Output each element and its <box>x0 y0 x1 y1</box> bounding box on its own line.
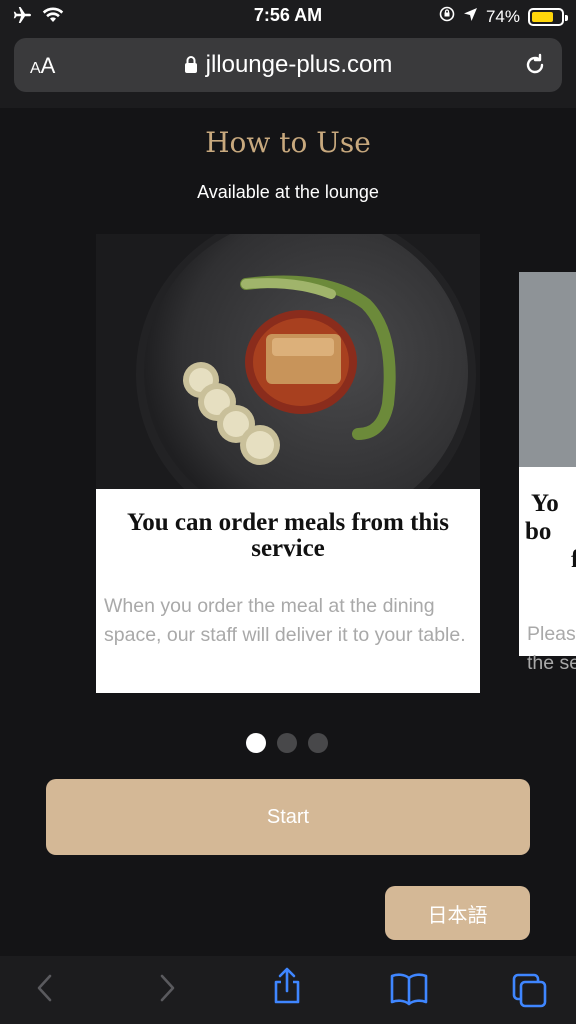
plated-dish-photo <box>96 234 480 489</box>
status-bar: 7:56 AM 74% <box>0 0 576 34</box>
next-card-title: Yo bo f <box>525 490 576 573</box>
page-dot-2[interactable] <box>277 733 297 753</box>
carousel-pagination <box>246 733 328 753</box>
reload-icon[interactable] <box>522 52 548 82</box>
address-bar[interactable]: AA jllounge-plus.com <box>14 38 562 92</box>
location-lock-icon <box>439 6 455 27</box>
language-button[interactable]: 日本語 <box>385 886 530 940</box>
forward-icon[interactable] <box>156 970 178 1010</box>
page-dot-3[interactable] <box>308 733 328 753</box>
start-button[interactable]: Start <box>46 779 530 855</box>
share-icon[interactable] <box>271 966 303 1010</box>
browser-toolbar <box>0 956 576 1024</box>
location-arrow-icon <box>463 7 478 27</box>
card-title: You can order meals from this service <box>127 509 449 562</box>
page-dot-1[interactable] <box>246 733 266 753</box>
page-title: How to Use <box>205 126 371 159</box>
battery-icon <box>528 7 568 26</box>
browser-address-area: AA jllounge-plus.com <box>0 34 576 108</box>
lock-icon <box>184 52 198 80</box>
card-description: When you order the meal at the dining sp… <box>104 595 466 646</box>
feature-card[interactable]: You can order meals from this service Wh… <box>96 234 480 693</box>
next-feature-card[interactable]: Yo bo f <box>519 272 576 656</box>
bookmarks-icon[interactable] <box>389 972 429 1010</box>
back-icon[interactable] <box>34 970 56 1010</box>
next-card-description: Pleas the se <box>527 623 576 674</box>
url-domain[interactable]: jllounge-plus.com <box>14 51 562 80</box>
page-subtitle: Available at the lounge <box>197 182 379 202</box>
battery-percent: 74% <box>485 6 520 26</box>
partial-photo <box>519 272 576 467</box>
tabs-icon[interactable] <box>511 972 549 1012</box>
